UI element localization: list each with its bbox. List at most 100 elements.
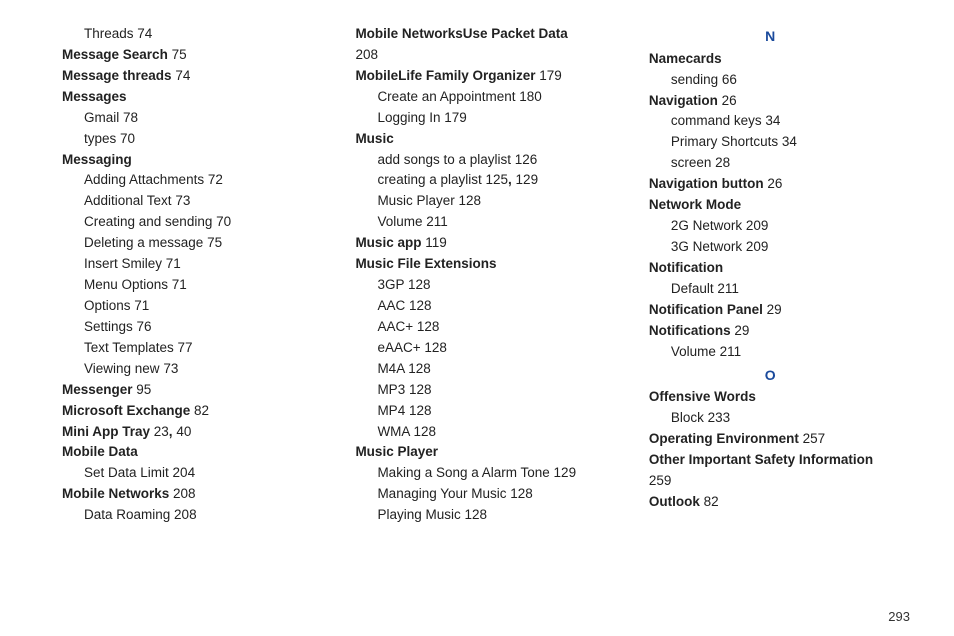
index-entry-term: Music File Extensions <box>355 256 496 271</box>
index-entry-page: Data Roaming <box>84 507 174 522</box>
index-entry: Adding Attachments 72 <box>40 170 313 191</box>
index-entry: Music File Extensions <box>333 254 606 275</box>
index-entry-page: 34 <box>765 113 780 128</box>
index-entry-page: 128 <box>408 361 431 376</box>
index-entry-page: 125 <box>486 172 509 187</box>
index-entry-page: Additional Text <box>84 193 175 208</box>
index-entry-term: Outlook <box>649 494 704 509</box>
index-entry-page: 119 <box>425 235 447 250</box>
index-entry: Messages <box>40 87 313 108</box>
index-entry-page: 34 <box>782 134 797 149</box>
index-entry-term: Mini App Tray <box>62 424 154 439</box>
index-entry-page: types <box>84 131 120 146</box>
index-entry: Navigation button 26 <box>627 174 914 195</box>
index-entry-page: Options <box>84 298 134 313</box>
index-entry-page: 233 <box>708 410 731 425</box>
index-entry-term: Notification Panel <box>649 302 767 317</box>
index-entry-term: MobileLife Family Organizer <box>355 68 539 83</box>
index-entry-page: 71 <box>166 256 181 271</box>
index-entry-term: Namecards <box>649 51 722 66</box>
index-entry-term: Message threads <box>62 68 175 83</box>
index-entry-page: 71 <box>172 277 187 292</box>
index-entry: Other Important Safety Information <box>627 450 914 471</box>
index-entry: Primary Shortcuts 34 <box>627 132 914 153</box>
index-entry-page: 180 <box>519 89 542 104</box>
index-entry-page: eAAC+ <box>377 340 424 355</box>
index-entry-page: 129 <box>554 465 577 480</box>
index-entry-page: 70 <box>120 131 135 146</box>
index-entry: Default 211 <box>627 279 914 300</box>
index-entry-term: Music Player <box>355 444 438 459</box>
index-entry: Creating and sending 70 <box>40 212 313 233</box>
index-entry: Messaging <box>40 150 313 171</box>
index-entry-page: creating a playlist <box>377 172 485 187</box>
index-section-letter: O <box>627 365 914 387</box>
index-entry-page: Primary Shortcuts <box>671 134 782 149</box>
index-columns: Threads 74Message Search 75Message threa… <box>40 24 914 526</box>
index-entry: Microsoft Exchange 82 <box>40 401 313 422</box>
index-entry-page: 179 <box>539 68 562 83</box>
index-entry-page: 128 <box>408 277 431 292</box>
index-entry-page: 74 <box>137 26 152 41</box>
index-entry-term: Mobile NetworksUse Packet Data <box>355 26 567 41</box>
index-entry: Logging In 179 <box>333 108 606 129</box>
index-entry-page: AAC+ <box>377 319 416 334</box>
index-entry-page: 209 <box>746 218 769 233</box>
index-entry-page: 82 <box>704 494 719 509</box>
index-entry-page: 73 <box>163 361 178 376</box>
index-entry: AAC 128 <box>333 296 606 317</box>
index-entry: Deleting a message 75 <box>40 233 313 254</box>
index-entry-page: 211 <box>426 214 448 229</box>
index-entry-term: Mobile Networks <box>62 486 173 501</box>
index-entry: AAC+ 128 <box>333 317 606 338</box>
index-entry: WMA 128 <box>333 422 606 443</box>
index-entry-page: 128 <box>409 298 432 313</box>
index-entry-page: 82 <box>194 403 209 418</box>
index-entry-page: 77 <box>178 340 193 355</box>
index-entry: screen 28 <box>627 153 914 174</box>
index-entry: Create an Appointment 180 <box>333 87 606 108</box>
index-entry-page: 23 <box>154 424 169 439</box>
index-entry-page: Music Player <box>377 193 458 208</box>
index-entry: Managing Your Music 128 <box>333 484 606 505</box>
index-entry: Navigation 26 <box>627 91 914 112</box>
index-entry: Messenger 95 <box>40 380 313 401</box>
index-entry-page: 66 <box>722 72 737 87</box>
index-entry-page: Create an Appointment <box>377 89 519 104</box>
index-entry-page: 29 <box>734 323 749 338</box>
index-page: Threads 74Message Search 75Message threa… <box>0 0 954 636</box>
index-entry-page: 209 <box>746 239 769 254</box>
index-entry-page: command keys <box>671 113 766 128</box>
index-entry-page: 179 <box>444 110 467 125</box>
index-entry: Data Roaming 208 <box>40 505 313 526</box>
index-entry-term: Message Search <box>62 47 172 62</box>
index-entry-page: Set Data Limit <box>84 465 173 480</box>
index-entry: Options 71 <box>40 296 313 317</box>
index-entry-page: Managing Your Music <box>377 486 510 501</box>
index-entry: 208 <box>333 45 606 66</box>
index-entry-page: Block <box>671 410 708 425</box>
index-entry-page: 211 <box>717 281 739 296</box>
index-entry-page: Viewing new <box>84 361 163 376</box>
index-entry: Network Mode <box>627 195 914 216</box>
index-entry: Making a Song a Alarm Tone 129 <box>333 463 606 484</box>
index-entry-page: Insert Smiley <box>84 256 166 271</box>
index-entry-page: 76 <box>137 319 152 334</box>
index-entry: 3GP 128 <box>333 275 606 296</box>
index-entry-page: Settings <box>84 319 137 334</box>
index-column-2: Mobile NetworksUse Packet Data 208 Mobile… <box>333 24 606 526</box>
index-entry-page: MP3 <box>377 382 409 397</box>
index-entry: MP4 128 <box>333 401 606 422</box>
index-entry-page: Deleting a message <box>84 235 207 250</box>
index-entry-term: Music <box>355 131 393 146</box>
index-entry: command keys 34 <box>627 111 914 132</box>
index-entry: Text Templates 77 <box>40 338 313 359</box>
index-entry-page: 128 <box>409 403 432 418</box>
index-entry-term: Messaging <box>62 152 132 167</box>
index-entry-term: Navigation <box>649 93 722 108</box>
index-section-letter: N <box>627 26 914 48</box>
index-entry: Namecards <box>627 49 914 70</box>
index-entry-page: 26 <box>767 176 782 191</box>
index-entry-page: M4A <box>377 361 408 376</box>
index-entry-page: 204 <box>173 465 196 480</box>
